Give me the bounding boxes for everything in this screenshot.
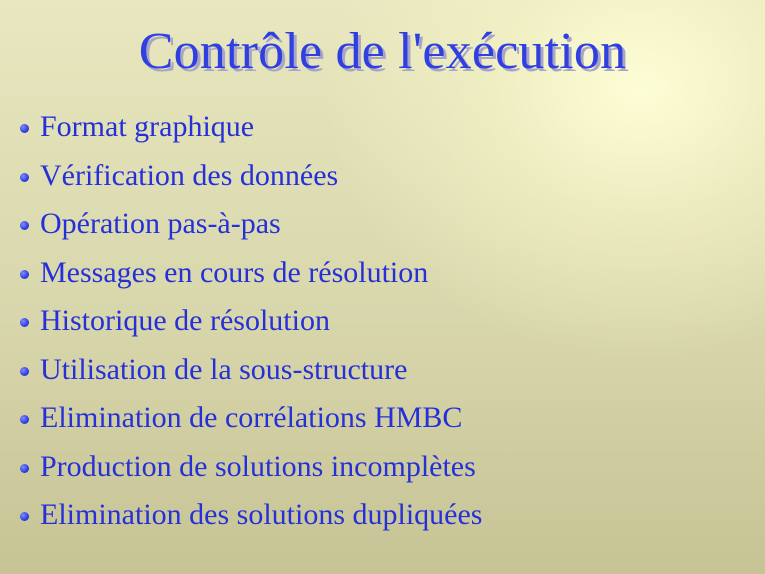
bullet-text: Elimination des solutions dupliquées — [40, 498, 483, 532]
list-item: Historique de résolution — [20, 297, 482, 346]
bullet-dot-icon — [20, 124, 29, 134]
bullet-text: Utilisation de la sous-structure — [40, 352, 408, 386]
bullet-text: Historique de résolution — [40, 304, 330, 338]
list-item: Messages en cours de résolution — [20, 249, 482, 298]
bullet-text: Production de solutions incomplètes — [40, 449, 476, 483]
list-item: Elimination de corrélations HMBC — [20, 394, 482, 443]
slide-title: Contrôle de l'exécution — [138, 23, 627, 80]
bullet-dot-icon — [20, 512, 29, 522]
bullet-dot-icon — [20, 415, 29, 425]
bullet-list: Format graphique Vérification des donnée… — [20, 103, 482, 540]
list-item: Opération pas-à-pas — [20, 200, 482, 249]
bullet-text: Format graphique — [40, 110, 255, 144]
bullet-text: Vérification des données — [40, 158, 339, 192]
list-item: Elimination des solutions dupliquées — [20, 491, 482, 540]
bullet-dot-icon — [20, 269, 29, 279]
bullet-dot-icon — [20, 366, 29, 376]
bullet-dot-icon — [20, 318, 29, 328]
list-item: Format graphique — [20, 103, 482, 152]
bullet-dot-icon — [20, 463, 29, 473]
bullet-text: Messages en cours de résolution — [40, 255, 429, 289]
list-item: Utilisation de la sous-structure — [20, 346, 482, 395]
bullet-dot-icon — [20, 221, 29, 231]
slide: Contrôle de l'exécution Format graphique… — [0, 0, 765, 574]
bullet-text: Elimination de corrélations HMBC — [40, 401, 463, 435]
list-item: Production de solutions incomplètes — [20, 443, 482, 492]
list-item: Vérification des données — [20, 152, 482, 201]
bullet-text: Opération pas-à-pas — [40, 207, 281, 241]
bullet-dot-icon — [20, 172, 29, 182]
